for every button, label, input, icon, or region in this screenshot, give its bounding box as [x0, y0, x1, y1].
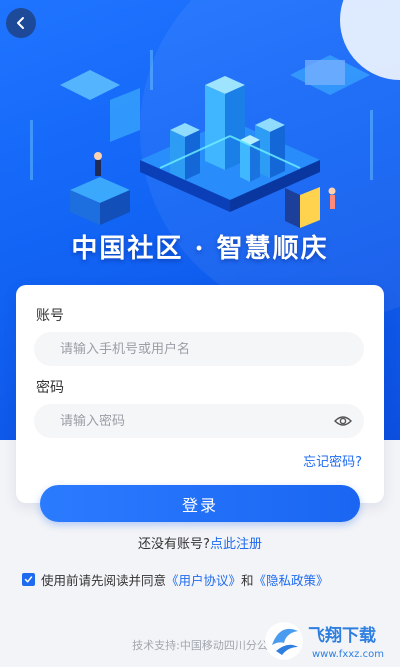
account-field[interactable] — [34, 332, 364, 366]
agreement-prefix: 使用前请先阅读并同意 — [41, 573, 167, 588]
register-link[interactable]: 点此注册 — [210, 537, 262, 552]
watermark-url: www.fxxz.com — [312, 649, 384, 660]
register-prompt: 还没有账号?点此注册 — [0, 533, 400, 552]
smart-city-illustration — [30, 50, 373, 228]
login-button[interactable]: 登录 — [40, 485, 360, 522]
register-prompt-text: 还没有账号? — [138, 537, 210, 552]
app-slogan: 中国社区 · 智慧顺庆 — [71, 234, 329, 264]
back-arrow-icon — [17, 17, 24, 29]
forgot-password-link[interactable]: 忘记密码? — [303, 451, 362, 470]
password-field[interactable] — [34, 404, 364, 438]
privacy-policy-link[interactable]: 《隐私政策》 — [254, 570, 329, 589]
password-input[interactable] — [60, 413, 300, 429]
account-label: 账号 — [36, 308, 64, 324]
checkmark-icon — [24, 576, 33, 583]
site-watermark: 飞翔下载 www.fxxz.com — [265, 622, 384, 660]
eye-icon[interactable] — [334, 413, 352, 429]
password-label: 密码 — [36, 380, 64, 396]
account-input[interactable] — [60, 341, 300, 357]
agreement-and: 和 — [241, 573, 254, 588]
watermark-text: 飞翔下载 — [308, 625, 376, 646]
user-agreement-link[interactable]: 《用户协议》 — [166, 570, 241, 589]
login-card: 账号 密码 忘记密码? — [16, 285, 384, 503]
agreement-row: 使用前请先阅读并同意 《用户协议》和《隐私政策》 — [22, 570, 329, 589]
agreement-checkbox[interactable] — [22, 573, 35, 586]
back-button[interactable] — [6, 8, 36, 38]
